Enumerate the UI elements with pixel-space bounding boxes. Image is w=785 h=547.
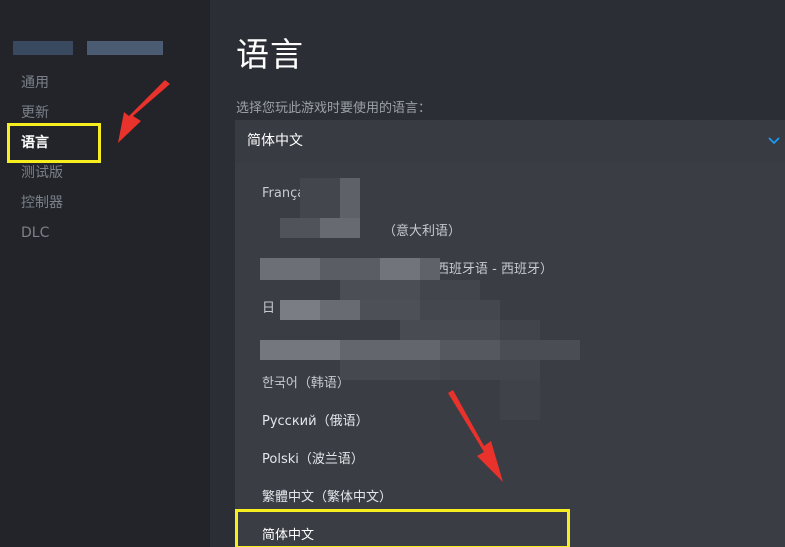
app-root: 通用 更新 语言 测试版 控制器 DLC 语言 选择您玩此游戏时要使用的语言： …: [0, 0, 785, 547]
red-arrow-icon: [118, 80, 503, 482]
